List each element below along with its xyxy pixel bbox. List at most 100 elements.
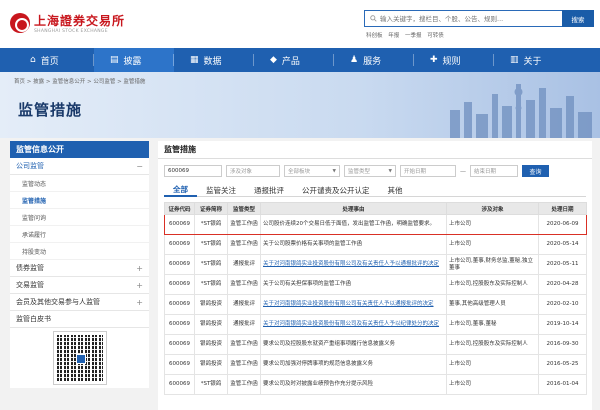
cell-security-name: 银鸽投资 (194, 314, 228, 335)
city-skyline-image (450, 84, 592, 138)
column-header: 处理事由 (260, 202, 447, 215)
sidebar-heading: 监管信息公开 (10, 141, 149, 158)
table-row: 600069 银鸽投资 通报批评 关于对河南银鸽实业投资股份有限公司及有关责任人予以纪… (164, 314, 587, 335)
hot-link[interactable]: 年报 (388, 33, 399, 39)
sidebar-item-whitepaper[interactable]: 监管白皮书 (10, 311, 149, 328)
table-row-highlighted: 600069 *ST银鸽 监管工作函 公司股价连续20个交易日低于面值，发出监管工作函… (164, 214, 587, 235)
type-select[interactable]: 监管类型 ▼ (344, 165, 396, 177)
cell-target: 上市公司 (446, 354, 539, 375)
hot-link[interactable]: 科创板 (366, 33, 383, 39)
tab-other[interactable]: 其他 (379, 183, 412, 197)
data-icon: ▦ (190, 55, 199, 65)
sidebar-item-label: 监管白皮书 (16, 315, 51, 323)
measures-table: 证券代码 证券简称 监管类型 处理事由 涉及对象 处理日期 600069 *ST银… (164, 202, 587, 395)
expand-icon: + (136, 280, 143, 290)
cell-date: 2019-10-14 (538, 314, 587, 335)
cell-security-code: 600069 (164, 314, 195, 335)
cell-reason[interactable]: 要求公司加强对停牌事项的规范信息披露义务 (260, 354, 447, 375)
logo-mark-icon (10, 13, 30, 33)
table-row: 600069 银鸽投资 监管工作函 要求公司及控股股东就资产重组事项履行信息披露义务上… (164, 334, 587, 355)
breadcrumb: 首页 > 披露 > 监管信息公开 > 公司监管 > 监管措施 (14, 79, 146, 85)
cell-date: 2020-04-28 (538, 274, 587, 295)
cell-reason[interactable]: 关于对河南银鸽实业投资股份有限公司及有关责任人予以纪律处分的决定 (260, 314, 447, 335)
cell-measure-type: 通报批评 (227, 294, 261, 315)
sidebar-item-bond[interactable]: 债券监管 + (10, 260, 149, 277)
start-date-input[interactable]: 开始日期 (400, 165, 456, 177)
qr-code-area (10, 328, 149, 388)
nav-rules[interactable]: ✚ 规则 (414, 48, 494, 72)
cell-reason[interactable]: 关于公司有关担保事项的监管工作函 (260, 274, 447, 295)
sidebar-item-label: 公司监管 (16, 162, 44, 170)
cell-target: 上市公司 (446, 374, 539, 395)
cell-measure-type: 监管工作函 (227, 374, 261, 395)
rules-icon: ✚ (430, 55, 438, 65)
target-input[interactable]: 涉及对象 (226, 165, 280, 177)
sidebar-subitem[interactable]: 承诺履行 (10, 226, 149, 243)
cell-security-code: 600069 (164, 294, 195, 315)
home-icon: ⌂ (30, 55, 36, 65)
cell-reason[interactable]: 要求公司及时对披露业绩预告作充分提示风险 (260, 374, 447, 395)
collapse-icon: − (136, 161, 143, 171)
cell-measure-type: 监管工作函 (227, 274, 261, 295)
column-header: 涉及对象 (446, 202, 539, 215)
search-button[interactable]: 搜索 (562, 10, 594, 27)
cell-target: 上市公司 (446, 234, 539, 255)
nav-home[interactable]: ⌂ 首页 (14, 48, 94, 72)
about-icon: ▥ (510, 55, 519, 65)
nav-service[interactable]: ♟ 服务 (334, 48, 414, 72)
cell-reason[interactable]: 关于对河南银鸽实业投资股份有限公司及有关责任人予以通报批评的决定 (260, 254, 447, 275)
content-title: 监管措施 (158, 141, 592, 159)
cell-date: 2016-01-04 (538, 374, 587, 395)
exchange-logo[interactable]: 上海證券交易所 SHANGHAI STOCK EXCHANGE (10, 12, 125, 34)
nav-label: 披露 (123, 56, 142, 67)
cell-measure-type: 通报批评 (227, 254, 261, 275)
cell-security-code: 600069 (164, 234, 195, 255)
cell-measure-type: 监管工作函 (227, 234, 261, 255)
cell-reason[interactable]: 要求公司及控股股东就资产重组事项履行信息披露义务 (260, 334, 447, 355)
main-nav: ⌂ 首页 ▤ 披露 ▦ 数据 ◆ 产品 ♟ 服务 ✚ 规则 ▥ 关于 (0, 48, 600, 72)
filter-bar: 600069 涉及对象 全部板块 ▼ 监管类型 ▼ 开始日期 — 结束日期 查询 (158, 159, 592, 177)
sidebar-subitem[interactable]: 监管问询 (10, 209, 149, 226)
board-select[interactable]: 全部板块 ▼ (284, 165, 340, 177)
cell-security-name: *ST银鸽 (194, 234, 228, 255)
sidebar-item-company[interactable]: 公司监管 − (10, 158, 149, 175)
cell-security-name: *ST银鸽 (194, 254, 228, 275)
expand-icon: + (136, 263, 143, 273)
nav-data[interactable]: ▦ 数据 (174, 48, 254, 72)
logo-cn-text: 上海證券交易所 (34, 14, 126, 28)
hot-link[interactable]: 可转债 (427, 33, 444, 39)
hot-links: 科创板 年报 一季报 可转债 (366, 31, 448, 39)
tab-all[interactable]: 全部 (164, 183, 197, 197)
page-title: 监管措施 (18, 101, 83, 119)
cell-reason[interactable]: 关于公司股票价格有关事项的监管工作函 (260, 234, 447, 255)
cell-target: 上市公司,控股股东及实际控制人 (446, 334, 539, 355)
security-code-input[interactable]: 600069 (164, 165, 222, 177)
nav-about[interactable]: ▥ 关于 (494, 48, 574, 72)
expand-icon: + (136, 297, 143, 307)
search-input[interactable] (380, 14, 550, 23)
cell-date: 2016-09-30 (538, 334, 587, 355)
cell-target: 上市公司,控股股东及实际控制人 (446, 274, 539, 295)
site-search: 搜索 (364, 10, 594, 27)
cell-measure-type: 通报批评 (227, 314, 261, 335)
logo-en-text: SHANGHAI STOCK EXCHANGE (34, 29, 108, 34)
cell-security-code: 600069 (164, 374, 195, 395)
sidebar-subitem[interactable]: 监管动态 (10, 175, 149, 192)
sidebar-item-trading[interactable]: 交易监管 + (10, 277, 149, 294)
end-date-input[interactable]: 结束日期 (470, 165, 518, 177)
tab-attention[interactable]: 监管关注 (197, 183, 245, 197)
search-box (364, 10, 562, 27)
sidebar-subitem[interactable]: 持股变动 (10, 243, 149, 260)
nav-disclosure[interactable]: ▤ 披露 (94, 48, 174, 72)
nav-product[interactable]: ◆ 产品 (254, 48, 334, 72)
query-button[interactable]: 查询 (522, 165, 549, 177)
hot-link[interactable]: 一季报 (405, 33, 422, 39)
sidebar-subitem-active[interactable]: 监管措施 (10, 192, 149, 209)
sidebar-item-label: 会员及其他交易参与人监管 (16, 298, 100, 306)
tab-criticism[interactable]: 通报批评 (245, 183, 293, 197)
cell-reason[interactable]: 关于对河南银鸽实业投资股份有限公司有关责任人予以通报批评的决定 (260, 294, 447, 315)
cell-reason[interactable]: 公司股价连续20个交易日低于面值，发出监管工作函，明确监管要求。 (260, 214, 447, 235)
sidebar-item-members[interactable]: 会员及其他交易参与人监管 + (10, 294, 149, 311)
tab-censure[interactable]: 公开谴责及公开认定 (293, 183, 379, 197)
cell-date: 2016-05-25 (538, 354, 587, 375)
